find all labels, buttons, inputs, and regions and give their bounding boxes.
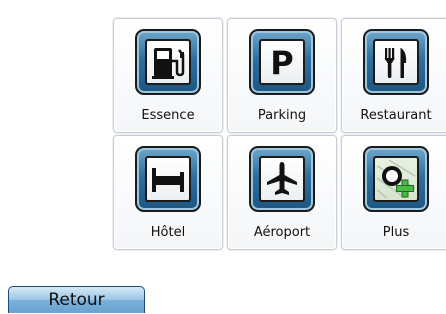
poi-tile-hotel[interactable]: Hôtel	[113, 135, 223, 250]
airplane-icon-frame	[249, 146, 315, 212]
poi-tile-essence[interactable]: Essence	[113, 18, 223, 133]
bed-icon	[152, 168, 184, 192]
airplane-icon	[267, 162, 297, 195]
tile-label-hotel: Hôtel	[150, 225, 186, 240]
tile-label-essence: Essence	[141, 108, 195, 123]
poi-tile-restaurant[interactable]: Restaurant	[341, 18, 446, 133]
poi-tile-plus[interactable]: Plus	[341, 135, 446, 250]
tile-label-parking: Parking	[257, 108, 307, 123]
parking-icon-frame: P	[249, 29, 315, 95]
fork-knife-icon	[384, 48, 407, 78]
poi-tile-parking[interactable]: P Parking	[227, 18, 337, 133]
parking-icon: P	[270, 44, 293, 82]
fork-knife-icon-frame	[363, 29, 429, 95]
more-target-plus-icon	[376, 159, 416, 199]
more-target-plus-icon-frame	[363, 146, 429, 212]
tile-label-restaurant: Restaurant	[360, 108, 432, 123]
svg-text:P: P	[270, 44, 293, 82]
poi-tile-aeroport[interactable]: Aéroport	[227, 135, 337, 250]
back-button[interactable]: Retour	[8, 286, 145, 313]
tile-label-plus: Plus	[382, 225, 410, 240]
fuel-pump-icon	[152, 48, 185, 79]
bed-icon-frame	[135, 146, 201, 212]
fuel-pump-icon-frame	[135, 29, 201, 95]
tile-label-aeroport: Aéroport	[253, 225, 311, 240]
